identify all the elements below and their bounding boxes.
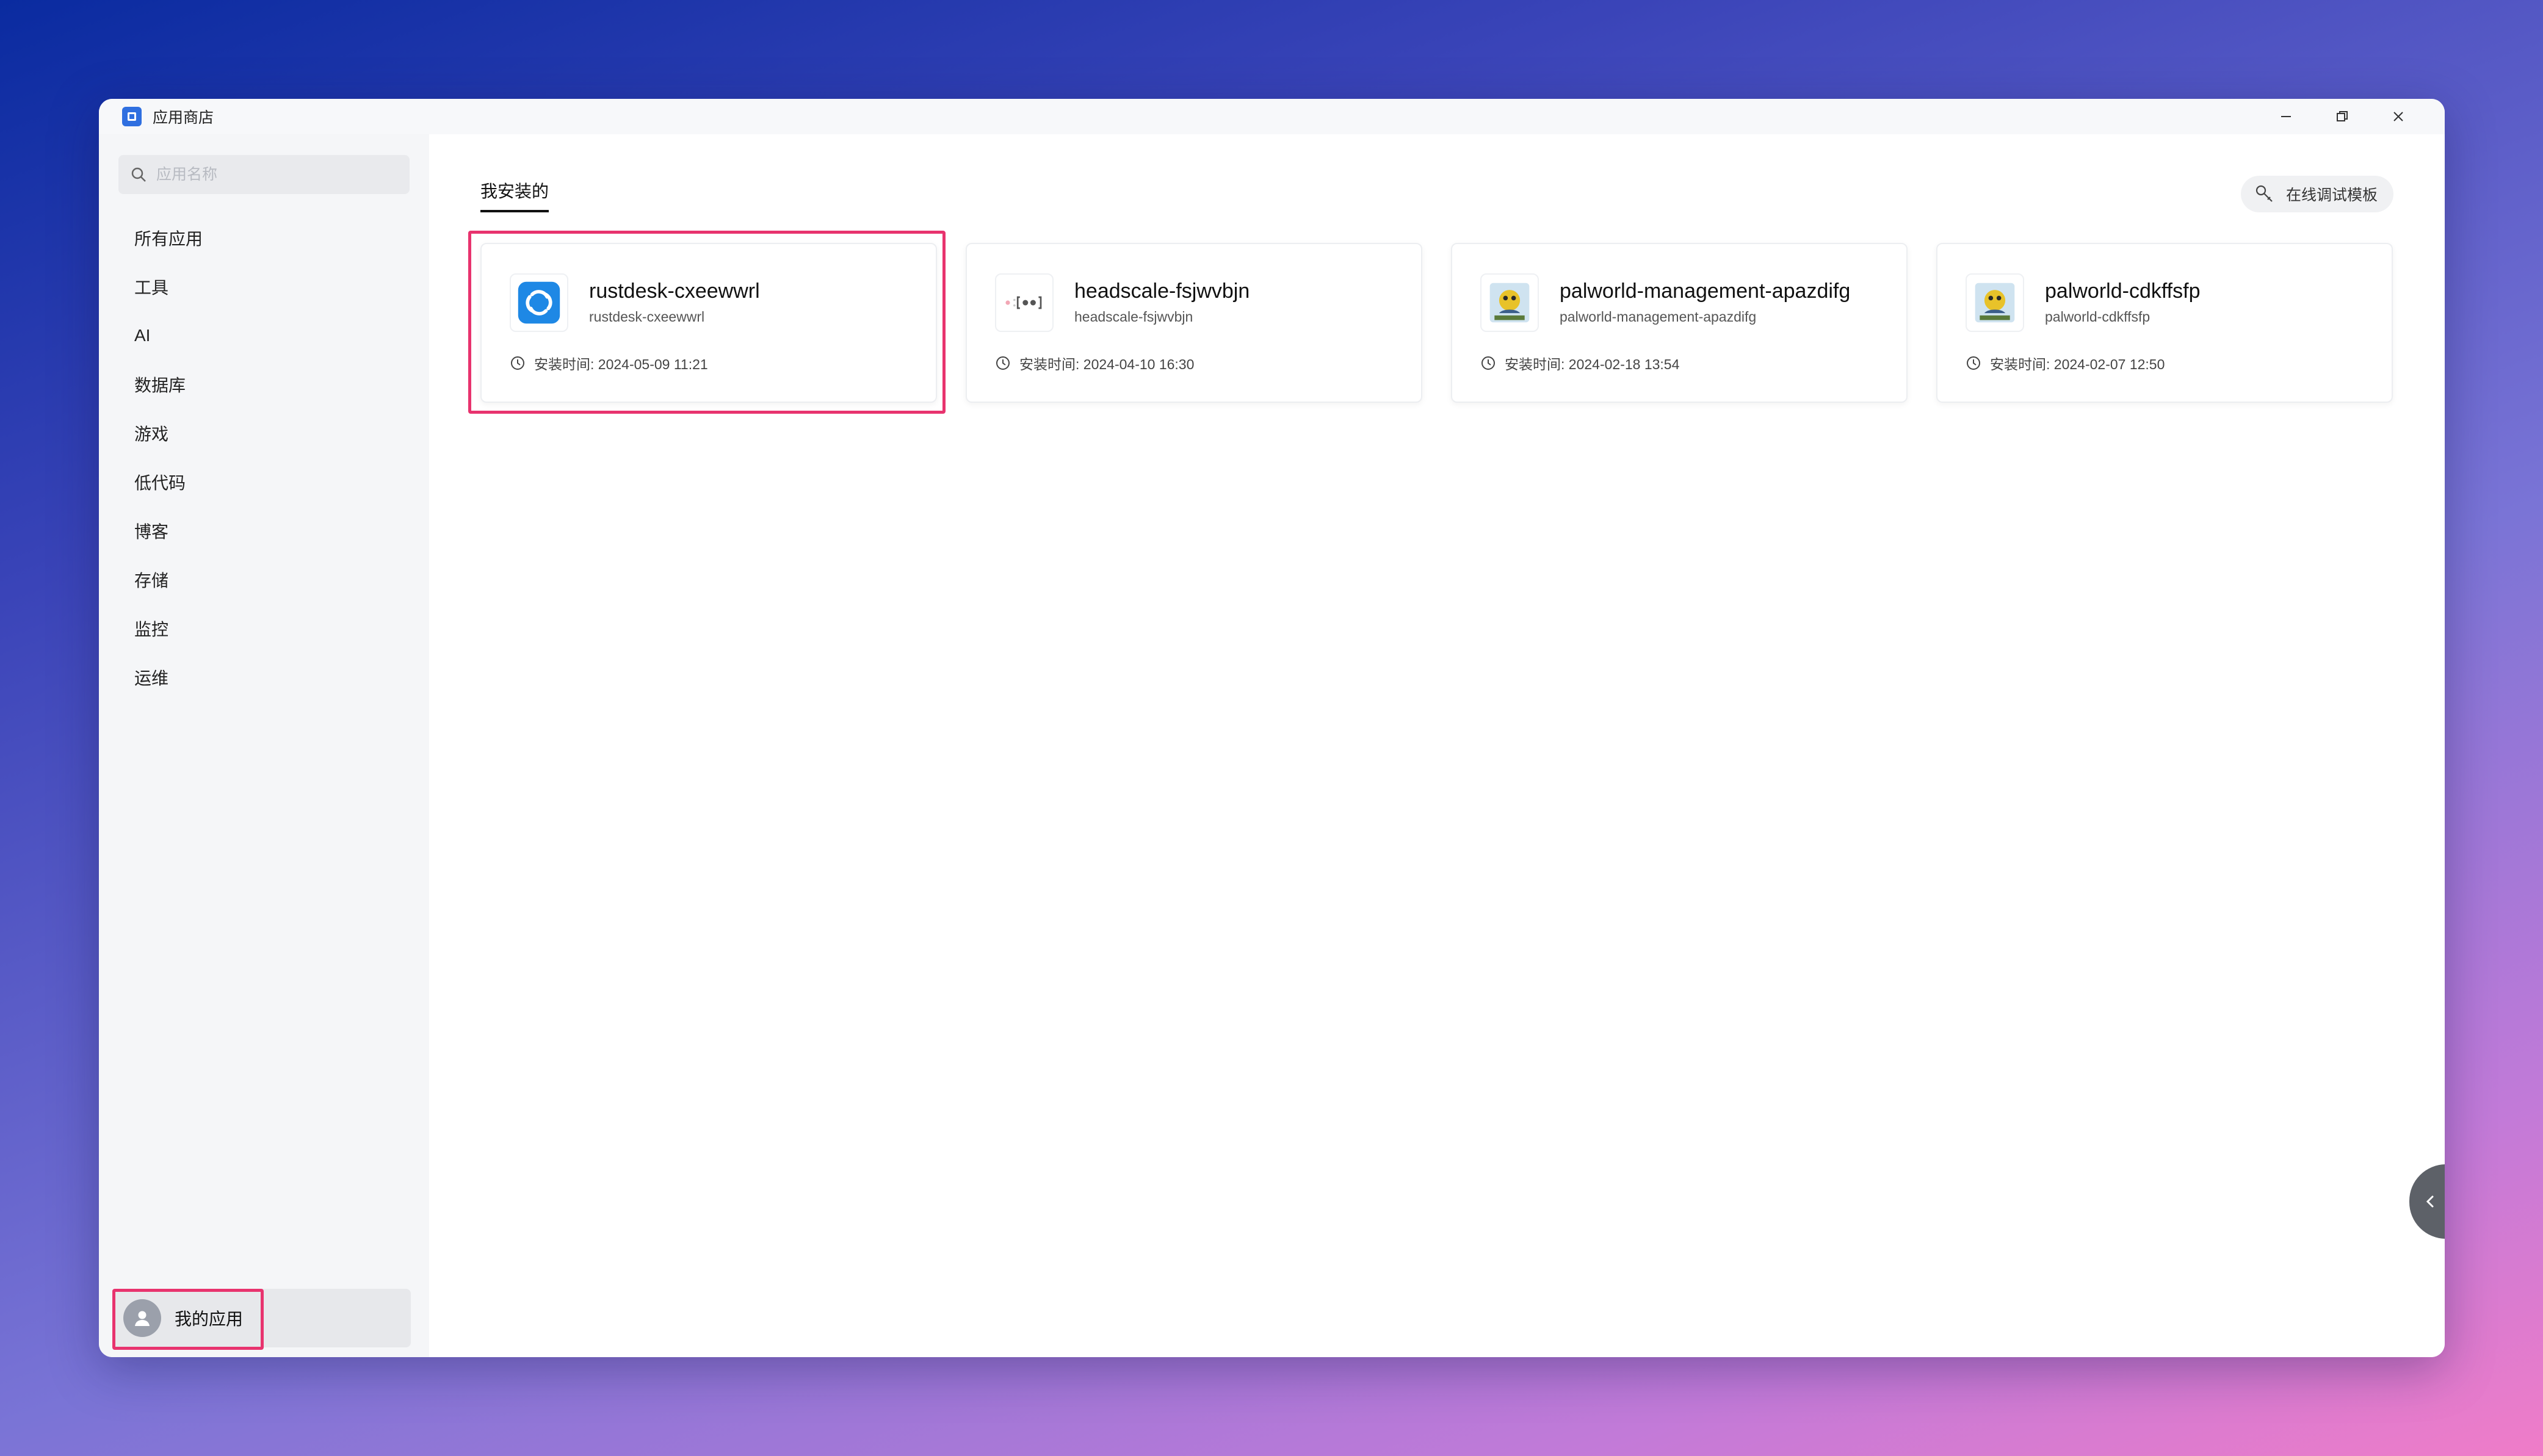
chevron-left-icon [2426, 1195, 2434, 1208]
search-box [118, 155, 410, 194]
app-card-palworld-management[interactable]: palworld-management-apazdifg palworld-ma… [1451, 243, 1908, 403]
title-bar: 应用商店 [99, 99, 2445, 134]
install-time-text: 安装时间: 2024-02-18 13:54 [1505, 356, 1680, 372]
install-time: 安装时间: 2024-02-07 12:50 [1966, 353, 2165, 373]
close-button[interactable] [2370, 99, 2426, 134]
wrench-search-icon [2255, 185, 2273, 202]
my-apps-label: 我的应用 [175, 1310, 244, 1328]
search-icon [131, 167, 146, 182]
app-store-window: 应用商店 所有应用 工具 AI 数据库 游戏 低代码 博客 存储 [99, 99, 2445, 1357]
minimize-icon [2281, 116, 2291, 117]
install-time: 安装时间: 2024-04-10 16:30 [995, 353, 1194, 373]
window-controls [2258, 99, 2426, 134]
my-apps-button[interactable]: 我的应用 [112, 1289, 411, 1347]
sidebar-item-blog[interactable]: 博客 [99, 506, 429, 555]
app-id: headscale-fsjwvbjn [1074, 309, 1193, 325]
main-content: 我安装的 在线调试模板 rustdesk-cxeewwrl rustdesk-c… [429, 134, 2445, 1357]
sidebar-item-database[interactable]: 数据库 [99, 360, 429, 409]
app-name: headscale-fsjwvbjn [1074, 279, 1250, 303]
sidebar-item-games[interactable]: 游戏 [99, 409, 429, 458]
sidebar-item-low-code[interactable]: 低代码 [99, 458, 429, 506]
tab-installed[interactable]: 我安装的 [480, 178, 549, 212]
category-nav: 所有应用 工具 AI 数据库 游戏 低代码 博客 存储 监控 运维 [99, 214, 429, 702]
install-time-text: 安装时间: 2024-05-09 11:21 [534, 356, 708, 372]
rustdesk-icon [510, 273, 568, 332]
minimize-button[interactable] [2258, 99, 2314, 134]
install-time-text: 安装时间: 2024-02-07 12:50 [1990, 356, 2165, 372]
install-time-text: 安装时间: 2024-04-10 16:30 [1019, 356, 1195, 372]
app-store-logo-icon [122, 107, 142, 126]
side-panel-toggle[interactable] [2409, 1164, 2445, 1239]
user-icon [135, 1311, 150, 1326]
app-id: rustdesk-cxeewwrl [589, 309, 705, 325]
palworld-icon [1480, 273, 1539, 332]
online-debug-template-label: 在线调试模板 [2285, 187, 2378, 204]
clock-icon [511, 356, 524, 370]
restore-icon [2337, 111, 2348, 121]
online-debug-template-button[interactable]: 在线调试模板 [2240, 176, 2393, 212]
app-id: palworld-cdkffsfp [2045, 309, 2151, 325]
install-time: 安装时间: 2024-02-18 13:54 [1480, 353, 1679, 373]
app-card-palworld[interactable]: palworld-cdkffsfp palworld-cdkffsfp 安装时间… [1936, 243, 2393, 403]
install-time: 安装时间: 2024-05-09 11:21 [510, 353, 708, 373]
clock-icon [996, 356, 1010, 370]
sidebar-item-all-apps[interactable]: 所有应用 [99, 214, 429, 262]
sidebar-item-tools[interactable]: 工具 [99, 262, 429, 311]
app-name: palworld-management-apazdifg [1560, 279, 1851, 303]
sidebar-item-storage[interactable]: 存储 [99, 555, 429, 604]
clock-icon [1967, 356, 1980, 370]
palworld-icon [1966, 273, 2024, 332]
sidebar: 所有应用 工具 AI 数据库 游戏 低代码 博客 存储 监控 运维 我的应用 [99, 134, 429, 1357]
app-id: palworld-management-apazdifg [1560, 309, 1757, 325]
sidebar-item-monitoring[interactable]: 监控 [99, 604, 429, 653]
avatar [123, 1299, 161, 1337]
headscale-icon [995, 273, 1054, 332]
restore-button[interactable] [2314, 99, 2370, 134]
app-card-rustdesk[interactable]: rustdesk-cxeewwrl rustdesk-cxeewwrl 安装时间… [480, 243, 937, 403]
search-input[interactable] [156, 165, 388, 184]
app-name: rustdesk-cxeewwrl [589, 279, 760, 303]
sidebar-item-ops[interactable]: 运维 [99, 653, 429, 702]
app-name: palworld-cdkffsfp [2045, 279, 2201, 303]
window-title: 应用商店 [153, 109, 214, 126]
clock-icon [1481, 356, 1495, 370]
app-card-headscale[interactable]: headscale-fsjwvbjn headscale-fsjwvbjn 安装… [966, 243, 1422, 403]
close-icon [2393, 112, 2403, 121]
sidebar-item-ai[interactable]: AI [99, 311, 429, 360]
